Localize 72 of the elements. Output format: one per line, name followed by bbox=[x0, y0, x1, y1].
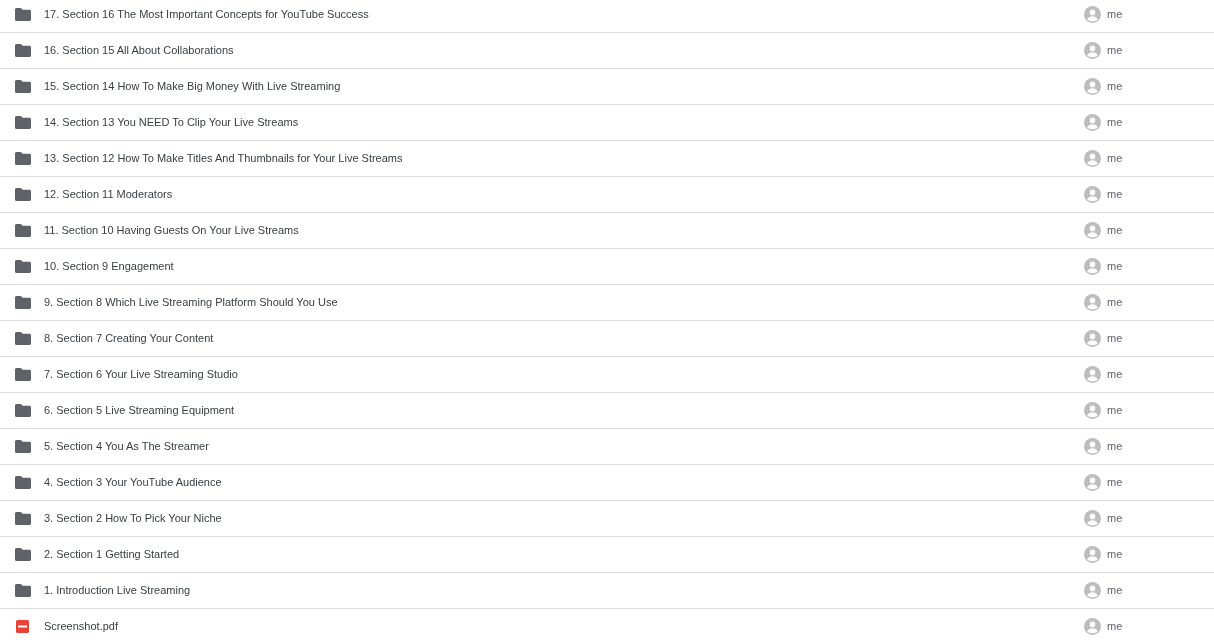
file-name[interactable]: 11. Section 10 Having Guests On Your Live Streams bbox=[44, 222, 1084, 239]
file-name[interactable]: 7. Section 6 Your Live Streaming Studio bbox=[44, 366, 1084, 383]
folder-icon bbox=[15, 116, 31, 129]
folder-icon bbox=[15, 404, 31, 417]
folder-icon bbox=[15, 440, 31, 453]
avatar-icon bbox=[1084, 402, 1101, 419]
file-name[interactable]: 8. Section 7 Creating Your Content bbox=[44, 330, 1084, 347]
avatar-icon bbox=[1084, 258, 1101, 275]
avatar-icon bbox=[1084, 222, 1101, 239]
owner-name: me bbox=[1107, 187, 1123, 203]
avatar-icon bbox=[1084, 474, 1101, 491]
avatar-icon bbox=[1084, 582, 1101, 599]
folder-icon bbox=[15, 548, 31, 561]
avatar-icon bbox=[1084, 438, 1101, 455]
owner-name: me bbox=[1107, 403, 1123, 419]
folder-icon bbox=[15, 260, 31, 273]
avatar-icon bbox=[1084, 42, 1101, 59]
folder-icon bbox=[15, 8, 31, 21]
owner-name: me bbox=[1107, 7, 1123, 23]
file-name[interactable]: 2. Section 1 Getting Started bbox=[44, 546, 1084, 563]
file-name[interactable]: 3. Section 2 How To Pick Your Niche bbox=[44, 510, 1084, 527]
file-name[interactable]: 6. Section 5 Live Streaming Equipment bbox=[44, 402, 1084, 419]
folder-icon bbox=[15, 80, 31, 93]
avatar-icon bbox=[1084, 78, 1101, 95]
avatar-icon bbox=[1084, 510, 1101, 527]
folder-icon bbox=[15, 332, 31, 345]
owner-name: me bbox=[1107, 295, 1123, 311]
avatar-icon bbox=[1084, 114, 1101, 131]
file-name[interactable]: 10. Section 9 Engagement bbox=[44, 258, 1084, 275]
file-name[interactable]: 17. Section 16 The Most Important Concepts for YouTube Success bbox=[44, 6, 1084, 23]
file-name[interactable]: 13. Section 12 How To Make Titles And Thumbnails for Your Live Streams bbox=[44, 150, 1084, 167]
owner-name: me bbox=[1107, 475, 1123, 491]
file-name[interactable]: 4. Section 3 Your YouTube Audience bbox=[44, 474, 1084, 491]
file-name[interactable]: 1. Introduction Live Streaming bbox=[44, 582, 1084, 599]
folder-icon bbox=[15, 152, 31, 165]
folder-icon bbox=[15, 584, 31, 597]
avatar-icon bbox=[1084, 186, 1101, 203]
owner-name: me bbox=[1107, 511, 1123, 527]
owner-name: me bbox=[1107, 619, 1123, 635]
folder-icon bbox=[15, 476, 31, 489]
owner-name: me bbox=[1107, 547, 1123, 563]
file-name[interactable]: 12. Section 11 Moderators bbox=[44, 186, 1084, 203]
avatar-icon bbox=[1084, 6, 1101, 23]
owner-name: me bbox=[1107, 367, 1123, 383]
folder-icon bbox=[15, 44, 31, 57]
avatar-icon bbox=[1084, 294, 1101, 311]
file-name[interactable]: Screenshot.pdf bbox=[44, 618, 1084, 635]
file-name[interactable]: 9. Section 8 Which Live Streaming Platform Should You Use bbox=[44, 294, 1084, 311]
owner-name: me bbox=[1107, 79, 1123, 95]
owner-name: me bbox=[1107, 583, 1123, 599]
avatar-icon bbox=[1084, 366, 1101, 383]
owner-name: me bbox=[1107, 115, 1123, 131]
file-name[interactable]: 5. Section 4 You As The Streamer bbox=[44, 438, 1084, 455]
file-name[interactable]: 14. Section 13 You NEED To Clip Your Live Streams bbox=[44, 114, 1084, 131]
avatar-icon bbox=[1084, 330, 1101, 347]
avatar-icon bbox=[1084, 150, 1101, 167]
owner-name: me bbox=[1107, 259, 1123, 275]
file-name[interactable]: 15. Section 14 How To Make Big Money With Live Streaming bbox=[44, 78, 1084, 95]
owner-name: me bbox=[1107, 223, 1123, 239]
folder-icon bbox=[15, 224, 31, 237]
folder-icon bbox=[15, 188, 31, 201]
folder-icon bbox=[15, 368, 31, 381]
folder-icon bbox=[15, 512, 31, 525]
avatar-icon bbox=[1084, 618, 1101, 635]
owner-name: me bbox=[1107, 439, 1123, 455]
avatar-icon bbox=[1084, 546, 1101, 563]
owner-name: me bbox=[1107, 331, 1123, 347]
file-name[interactable]: 16. Section 15 All About Collaborations bbox=[44, 42, 1084, 59]
folder-icon bbox=[15, 296, 31, 309]
owner-name: me bbox=[1107, 151, 1123, 167]
owner-name: me bbox=[1107, 43, 1123, 59]
pdf-icon bbox=[15, 620, 31, 633]
